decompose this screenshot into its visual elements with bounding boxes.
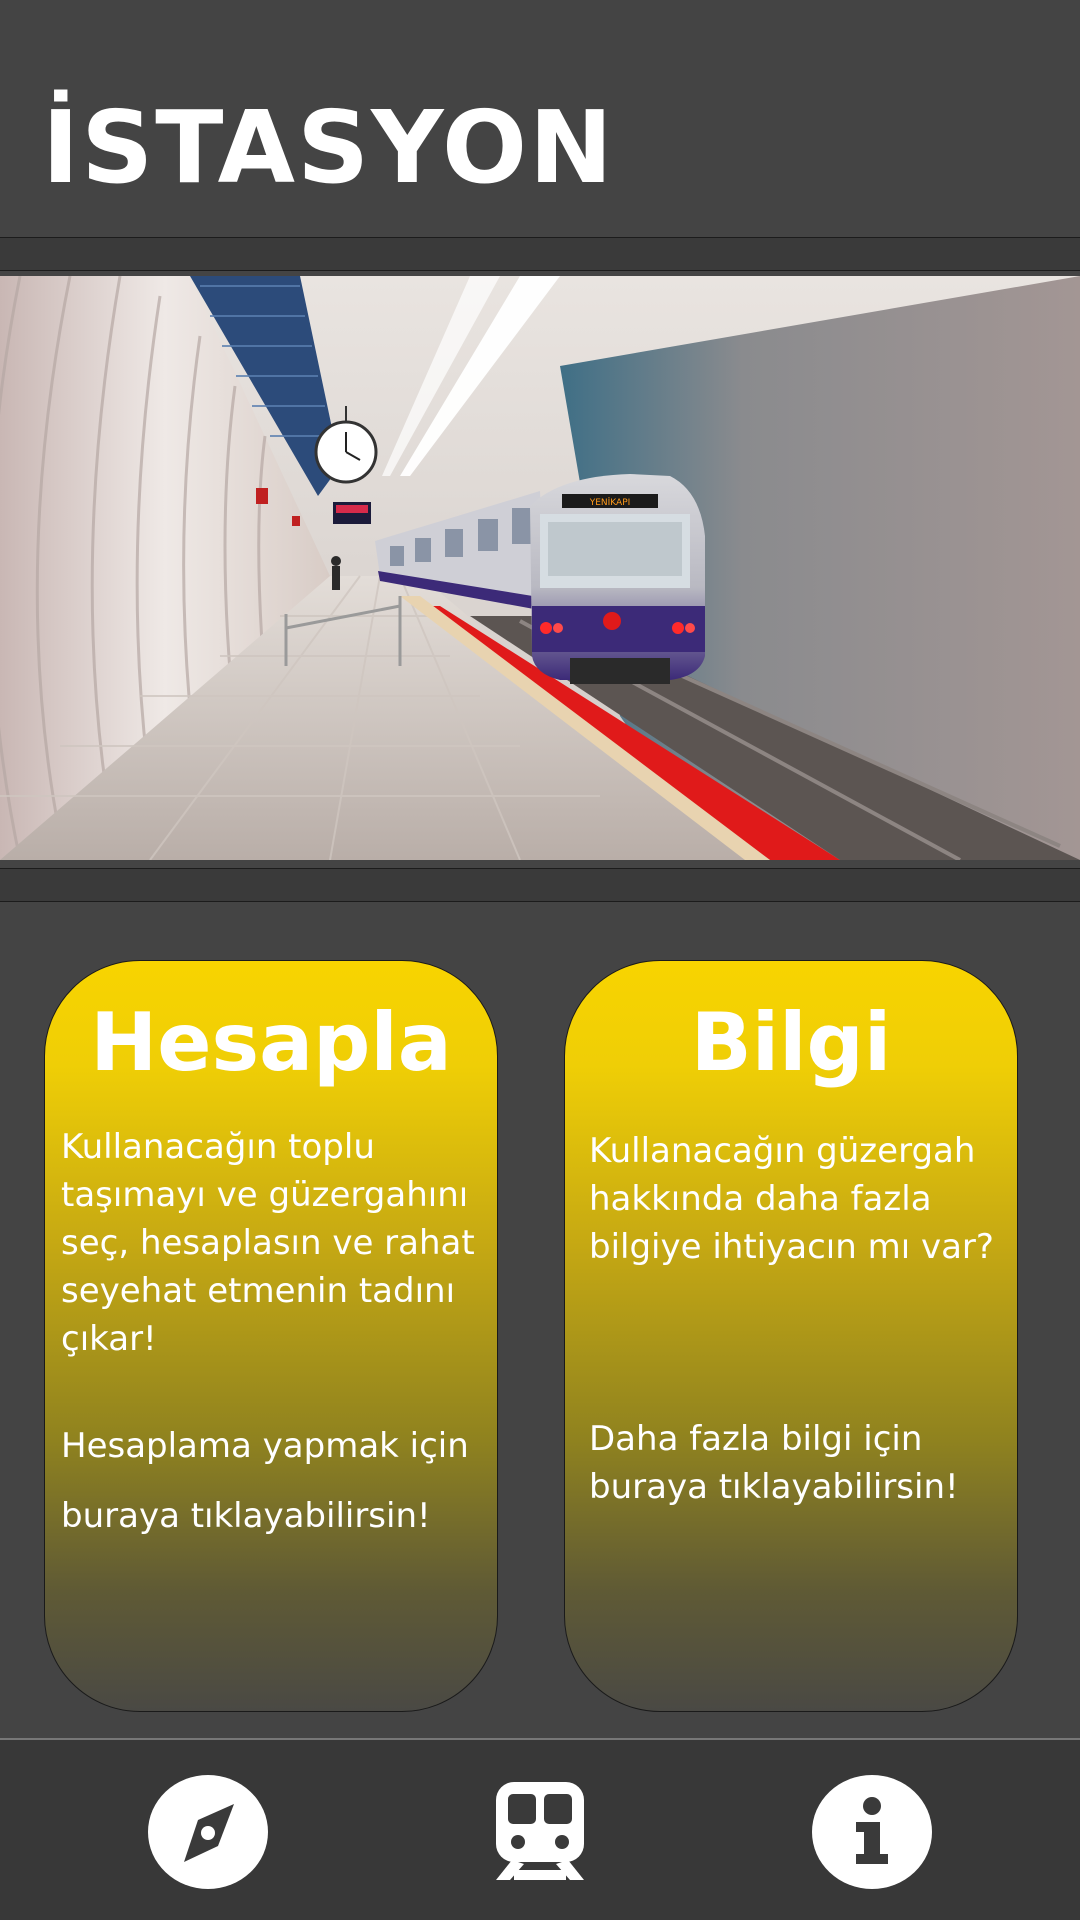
app-screen: İSTASYON YENİKAPI Hesapla Kullanacağın t…	[0, 0, 1080, 1920]
bottom-navigation-bar	[0, 1738, 1080, 1920]
train-icon	[492, 1780, 588, 1888]
hero-metro-station-image: YENİKAPI	[0, 276, 1080, 860]
info-icon	[812, 1774, 932, 1894]
hero-divider-band	[0, 868, 1080, 902]
info-card-title: Bilgi	[690, 996, 892, 1089]
nav-transport-button[interactable]	[480, 1776, 600, 1892]
train-destination-sign: YENİKAPI	[589, 497, 631, 508]
info-card-description: Kullanacağın güzergah hakkında daha fazl…	[589, 1131, 994, 1267]
calculate-card-link[interactable]: Hesaplama yapmak için buraya tıklayabili…	[61, 1411, 481, 1551]
info-card-link[interactable]: Daha fazla bilgi için buraya tıklayabili…	[589, 1415, 1001, 1511]
calculate-card-description: Kullanacağın toplu taşımayı ve güzergahı…	[61, 1127, 475, 1359]
app-title: İSTASYON	[42, 89, 615, 206]
nav-info-button[interactable]	[812, 1774, 932, 1894]
app-header: İSTASYON	[0, 0, 1080, 237]
compass-icon	[148, 1774, 268, 1894]
header-divider-band	[0, 237, 1080, 271]
nav-explore-button[interactable]	[148, 1774, 268, 1894]
calculate-card-title: Hesapla	[90, 996, 452, 1089]
calculate-card[interactable]: Hesapla Kullanacağın toplu taşımayı ve g…	[44, 960, 498, 1712]
info-card[interactable]: Bilgi Kullanacağın güzergah hakkında dah…	[564, 960, 1018, 1712]
